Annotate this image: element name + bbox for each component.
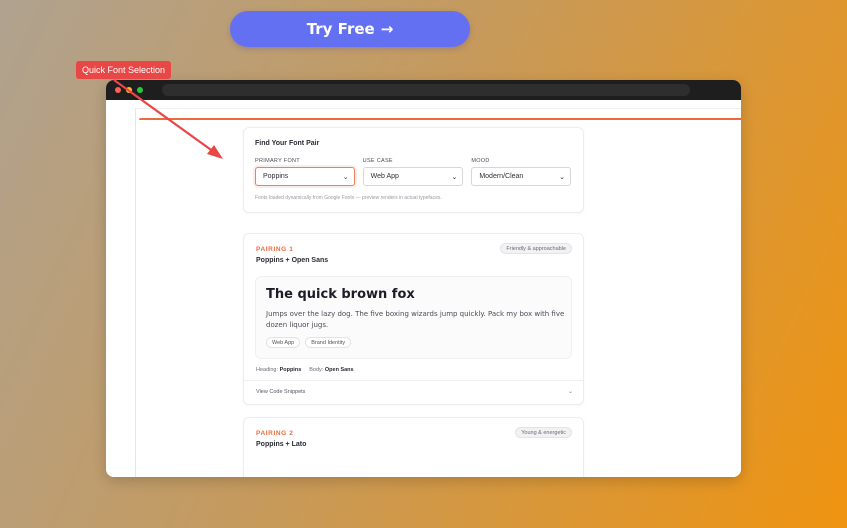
arrow-right-icon: → [380, 20, 394, 38]
mood-value: Modern/Clean [479, 173, 524, 180]
tag-chip: Web App [266, 337, 301, 348]
chevron-down-icon: ⌄ [559, 173, 565, 181]
use-case-value: Web App [370, 173, 399, 180]
heading-font-name: Poppins [279, 367, 302, 373]
annotation-tag: Quick Font Selection [76, 61, 172, 79]
heading-meta: Heading: Poppins [256, 367, 301, 380]
snippets-label: View Code Snippets [256, 388, 306, 395]
use-case-field: USE CASE Web App ⌄ [362, 158, 464, 186]
mood-label: MOOD [471, 158, 490, 164]
mood-badge: Young & energetic [515, 427, 572, 438]
address-bar[interactable] [162, 84, 690, 96]
minimize-window-icon[interactable] [126, 87, 132, 93]
pairing-fonts: Poppins + Open Sans [256, 257, 329, 264]
pairing-card: PAIRING 2 Poppins + Lato Young & energet… [243, 417, 584, 477]
primary-font-label: PRIMARY FONT [255, 158, 300, 164]
primary-font-select[interactable]: Poppins ⌄ [255, 167, 355, 186]
tag-chip: Brand Identity [305, 337, 352, 348]
browser-viewport: Find Your Font Pair PRIMARY FONT Poppins… [106, 100, 741, 477]
use-case-label: USE CASE [362, 158, 393, 164]
use-case-select[interactable]: Web App ⌄ [362, 167, 464, 186]
font-finder-card: Find Your Font Pair PRIMARY FONT Poppins… [243, 127, 584, 213]
pairing-fonts: Poppins + Lato [256, 441, 307, 448]
preview-heading: The quick brown fox [266, 287, 415, 302]
chevron-down-icon: ⌄ [451, 173, 458, 181]
body-font-name: Open Sans [324, 367, 354, 373]
body-meta: Body: Open Sans [309, 367, 353, 380]
preview-body: Jumps over the lazy dog. The five boxing… [266, 310, 565, 329]
body-meta-label: Body: [309, 367, 324, 373]
primary-font-field: PRIMARY FONT Poppins ⌄ [255, 158, 355, 186]
try-free-label: Try Free [306, 20, 375, 38]
mood-field: MOOD Modern/Clean ⌄ [471, 158, 571, 186]
try-free-button[interactable]: Try Free → [230, 11, 470, 47]
font-preview: The quick brown fox Jumps over the lazy … [255, 276, 572, 359]
heading-meta-label: Heading: [256, 367, 279, 373]
maximize-window-icon[interactable] [137, 87, 143, 93]
mood-select[interactable]: Modern/Clean ⌄ [471, 167, 571, 186]
finder-note: Fonts loaded dynamically from Google Fon… [255, 195, 442, 201]
chevron-down-icon: ⌄ [342, 173, 349, 181]
finder-title: Find Your Font Pair [255, 140, 320, 147]
primary-font-value: Poppins [263, 173, 289, 180]
close-window-icon[interactable] [115, 87, 121, 93]
chevron-down-icon: ⌄ [567, 389, 573, 395]
mood-badge: Friendly & approachable [500, 243, 572, 254]
browser-window: Find Your Font Pair PRIMARY FONT Poppins… [106, 80, 741, 477]
font-meta: Heading: Poppins Body: Open Sans [244, 359, 583, 380]
pairing-card: PAIRING 1 Poppins + Open Sans Friendly &… [243, 233, 584, 405]
view-code-snippets-toggle[interactable]: View Code Snippets ⌄ [244, 380, 583, 402]
browser-titlebar [106, 80, 741, 100]
accent-divider [139, 118, 741, 120]
